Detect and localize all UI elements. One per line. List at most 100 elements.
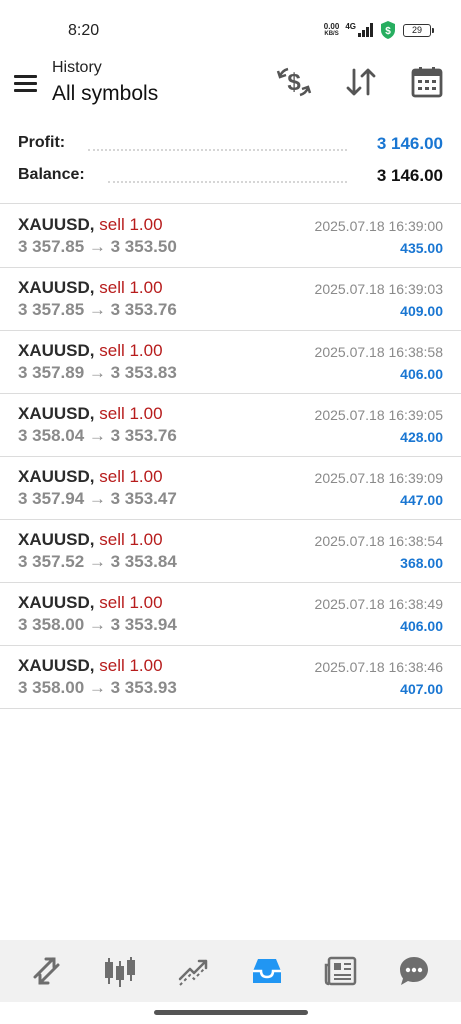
trade-title: XAUUSD, sell 1.00 <box>18 530 163 550</box>
trade-profit: 447.00 <box>400 492 443 508</box>
trade-side: sell 1.00 <box>99 467 163 486</box>
home-indicator[interactable] <box>154 1010 308 1015</box>
network-speed-value: 0.00 <box>323 22 340 31</box>
trade-side: sell 1.00 <box>99 593 163 612</box>
trade-prices: 3 357.94 → 3 353.47 <box>18 489 177 508</box>
svg-text:$: $ <box>385 26 391 37</box>
nav-history[interactable] <box>245 949 289 993</box>
trade-symbol: XAUUSD, <box>18 278 95 297</box>
trade-row[interactable]: XAUUSD, sell 1.00 3 357.94 → 3 353.47 20… <box>0 457 461 520</box>
chart-icon <box>105 957 136 987</box>
trade-title: XAUUSD, sell 1.00 <box>18 593 163 613</box>
trade-symbol: XAUUSD, <box>18 593 95 612</box>
trade-profit: 409.00 <box>400 303 443 319</box>
status-indicators: 0.00 KB/S 4G $ 29 <box>323 20 434 40</box>
trade-row[interactable]: XAUUSD, sell 1.00 3 357.85 → 3 353.76 20… <box>0 268 461 331</box>
trade-time: 2025.07.18 16:38:46 <box>314 659 443 675</box>
trade-prices: 3 357.85 → 3 353.50 <box>18 237 177 256</box>
profit-value: 3 146.00 <box>376 134 443 153</box>
trade-side: sell 1.00 <box>99 404 163 423</box>
trade-symbol: XAUUSD, <box>18 404 95 423</box>
trade-profit: 406.00 <box>400 366 443 382</box>
status-time: 8:20 <box>68 22 100 39</box>
balance-label: Balance: <box>18 166 91 184</box>
trade-title: XAUUSD, sell 1.00 <box>18 656 163 676</box>
trade-title: XAUUSD, sell 1.00 <box>18 278 163 298</box>
quotes-icon <box>33 957 60 985</box>
page-subtitle: History <box>52 59 102 76</box>
balance-value: 3 146.00 <box>376 166 443 185</box>
trade-row[interactable]: XAUUSD, sell 1.00 3 357.89 → 3 353.83 20… <box>0 331 461 394</box>
trade-history-list: XAUUSD, sell 1.00 3 357.85 → 3 353.50 20… <box>0 205 461 709</box>
news-icon <box>324 956 356 986</box>
trade-time: 2025.07.18 16:39:09 <box>314 470 443 486</box>
network-type: 4G <box>345 21 356 31</box>
network-speed-unit: KB/S <box>324 31 339 37</box>
profit-row: Profit: 3 146.00 <box>18 134 443 158</box>
trade-time: 2025.07.18 16:38:49 <box>314 596 443 612</box>
trade-title: XAUUSD, sell 1.00 <box>18 215 163 235</box>
trade-time: 2025.07.18 16:38:54 <box>314 533 443 549</box>
trade-profit: 428.00 <box>400 429 443 445</box>
profit-label: Profit: <box>18 134 72 152</box>
account-summary: Profit: 3 146.00 Balance: 3 146.00 <box>0 126 461 204</box>
trade-side: sell 1.00 <box>99 341 163 360</box>
trade-time: 2025.07.18 16:39:05 <box>314 407 443 423</box>
trade-side: sell 1.00 <box>99 656 163 675</box>
trade-title: XAUUSD, sell 1.00 <box>18 341 163 361</box>
nav-news[interactable] <box>319 949 363 993</box>
app-toolbar: History All symbols $ <box>0 56 461 118</box>
trade-symbol: XAUUSD, <box>18 341 95 360</box>
status-bar: 8:20 0.00 KB/S 4G $ 29 <box>0 0 461 56</box>
chat-icon <box>400 957 429 985</box>
trade-title: XAUUSD, sell 1.00 <box>18 467 163 487</box>
bottom-navigation <box>0 940 461 1002</box>
nav-trade[interactable] <box>172 949 216 993</box>
dotted-leader <box>108 181 347 183</box>
trade-side: sell 1.00 <box>99 215 163 234</box>
history-icon <box>253 959 282 983</box>
calendar-icon[interactable] <box>409 64 445 100</box>
trade-row[interactable]: XAUUSD, sell 1.00 3 357.85 → 3 353.50 20… <box>0 205 461 268</box>
trade-time: 2025.07.18 16:39:00 <box>314 218 443 234</box>
trade-prices: 3 358.00 → 3 353.93 <box>18 678 177 697</box>
svg-text:$: $ <box>287 69 301 96</box>
trade-symbol: XAUUSD, <box>18 467 95 486</box>
trade-prices: 3 357.85 → 3 353.76 <box>18 300 177 319</box>
menu-button[interactable] <box>12 70 40 94</box>
trade-symbol: XAUUSD, <box>18 656 95 675</box>
trade-profit: 406.00 <box>400 618 443 634</box>
trade-row[interactable]: XAUUSD, sell 1.00 3 358.04 → 3 353.76 20… <box>0 394 461 457</box>
network-speed: 0.00 KB/S <box>323 22 340 38</box>
balance-row: Balance: 3 146.00 <box>18 166 443 190</box>
trade-prices: 3 358.04 → 3 353.76 <box>18 426 177 445</box>
trade-profit: 368.00 <box>400 555 443 571</box>
sort-icon[interactable] <box>343 64 379 100</box>
trade-symbol: XAUUSD, <box>18 215 95 234</box>
trade-row[interactable]: XAUUSD, sell 1.00 3 358.00 → 3 353.94 20… <box>0 583 461 646</box>
security-shield-icon: $ <box>381 21 395 39</box>
battery-icon: 29 <box>403 23 434 37</box>
trade-prices: 3 357.89 → 3 353.83 <box>18 363 177 382</box>
trade-icon <box>178 959 207 986</box>
trade-profit: 435.00 <box>400 240 443 256</box>
trade-row[interactable]: XAUUSD, sell 1.00 3 357.52 → 3 353.84 20… <box>0 520 461 583</box>
trade-time: 2025.07.18 16:38:58 <box>314 344 443 360</box>
trade-side: sell 1.00 <box>99 530 163 549</box>
nav-chart[interactable] <box>98 949 142 993</box>
nav-chat[interactable] <box>392 949 436 993</box>
trade-prices: 3 358.00 → 3 353.94 <box>18 615 177 634</box>
trade-symbol: XAUUSD, <box>18 530 95 549</box>
trade-time: 2025.07.18 16:39:03 <box>314 281 443 297</box>
page-title[interactable]: All symbols <box>52 82 158 106</box>
trade-title: XAUUSD, sell 1.00 <box>18 404 163 424</box>
currency-exchange-icon[interactable]: $ <box>276 64 312 100</box>
trade-prices: 3 357.52 → 3 353.84 <box>18 552 177 571</box>
dotted-leader <box>88 149 347 151</box>
battery-level: 29 <box>411 24 422 35</box>
trade-profit: 407.00 <box>400 681 443 697</box>
trade-row[interactable]: XAUUSD, sell 1.00 3 358.00 → 3 353.93 20… <box>0 646 461 709</box>
trade-side: sell 1.00 <box>99 278 163 297</box>
nav-quotes[interactable] <box>25 949 69 993</box>
signal-icon <box>358 23 373 37</box>
